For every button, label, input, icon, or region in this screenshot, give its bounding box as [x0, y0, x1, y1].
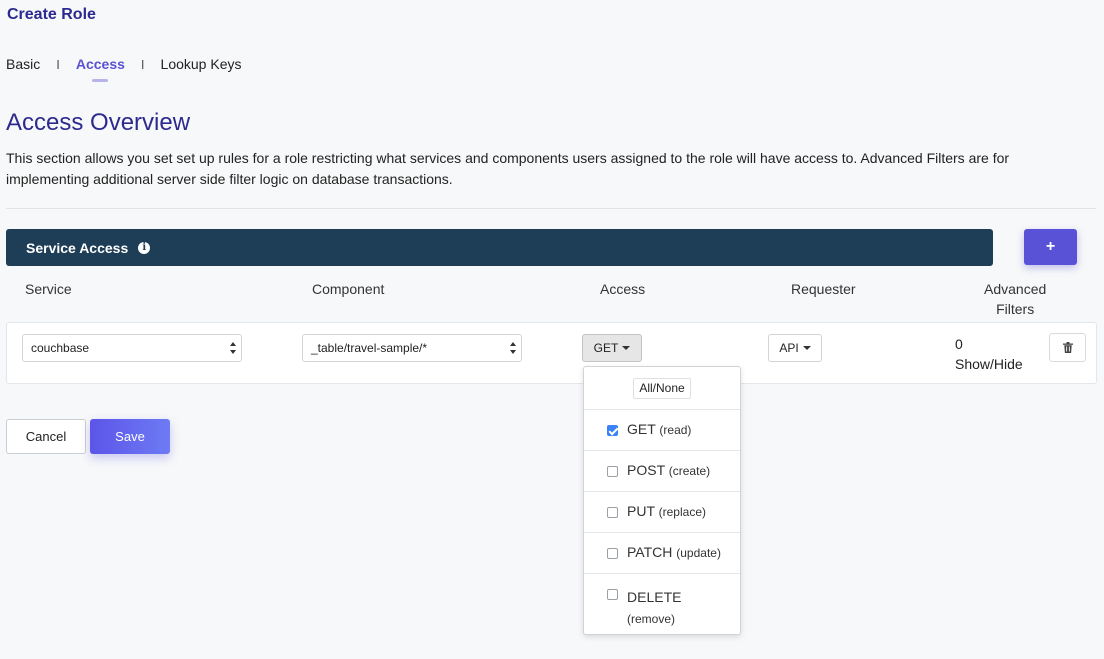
requester-dropdown-value: API: [779, 341, 799, 355]
tab-access[interactable]: Access: [76, 56, 125, 72]
access-desc: (read): [659, 423, 692, 437]
component-select-value: _table/travel-sample/*: [311, 341, 428, 355]
select-arrows-icon: [230, 341, 237, 355]
info-icon[interactable]: i: [138, 241, 151, 254]
menu-header: All/None: [584, 367, 740, 410]
column-header-advanced-filters: Advanced Filters: [984, 279, 1046, 319]
add-service-access-button[interactable]: +: [1024, 229, 1077, 265]
access-option-label: GET (read): [627, 419, 691, 441]
caret-down-icon: [802, 346, 811, 350]
all-none-button[interactable]: All/None: [633, 377, 691, 399]
section-title: Access Overview: [6, 109, 191, 136]
access-option-label: POST (create): [627, 460, 710, 482]
access-option-label: PUT (replace): [627, 501, 706, 523]
section-description: This section allows you set set up rules…: [6, 150, 1010, 187]
checkbox-delete[interactable]: [607, 589, 618, 600]
checkbox-put[interactable]: [607, 506, 618, 518]
access-verb: PUT: [627, 503, 655, 519]
service-select[interactable]: couchbase: [22, 334, 242, 362]
checkbox-patch[interactable]: [607, 547, 618, 559]
access-dropdown-value: GET: [593, 341, 619, 355]
checkbox-get[interactable]: [607, 424, 618, 436]
delete-row-button[interactable]: [1049, 333, 1086, 362]
access-dropdown-menu: All/None GET (read) POST (create) PUT (r…: [583, 366, 741, 635]
divider: [6, 208, 1096, 209]
service-select-value: couchbase: [31, 341, 90, 355]
access-desc: (remove): [627, 612, 676, 626]
tab-bar: Basic I Access I Lookup Keys: [6, 52, 241, 76]
access-desc: (replace): [658, 505, 706, 519]
access-option-delete[interactable]: DELETE (remove): [584, 574, 740, 636]
column-header-advanced-filters-line1: Advanced: [984, 281, 1047, 297]
access-desc: (create): [668, 464, 711, 478]
access-verb: GET: [627, 421, 656, 437]
tab-basic[interactable]: Basic: [6, 56, 40, 72]
component-select[interactable]: _table/travel-sample/*: [302, 334, 522, 362]
tab-separator: I: [140, 56, 145, 72]
caret-down-icon: [622, 346, 631, 350]
cancel-button[interactable]: Cancel: [6, 419, 86, 454]
trash-icon: [1062, 342, 1073, 353]
save-button[interactable]: Save: [90, 419, 170, 454]
access-verb: POST: [627, 462, 665, 478]
advanced-filters-count: 0: [955, 336, 963, 352]
page-title: Create Role: [7, 6, 96, 23]
tab-lookup-keys[interactable]: Lookup Keys: [161, 56, 242, 72]
access-desc: (update): [676, 546, 721, 560]
access-verb: DELETE: [627, 589, 682, 605]
access-dropdown-button[interactable]: GET: [582, 334, 642, 362]
column-header-service: Service: [25, 281, 72, 297]
service-access-title: Service Access: [26, 239, 129, 256]
access-option-post[interactable]: POST (create): [584, 451, 740, 492]
access-option-patch[interactable]: PATCH (update): [584, 533, 740, 574]
tab-separator: I: [56, 56, 60, 72]
access-option-put[interactable]: PUT (replace): [584, 492, 740, 533]
service-access-header: Service Access i: [6, 229, 993, 266]
advanced-filters-toggle[interactable]: Show/Hide: [955, 354, 1023, 374]
column-header-access: Access: [600, 281, 646, 297]
select-arrows-icon: [510, 341, 517, 355]
column-header-component: Component: [312, 281, 385, 297]
access-option-label: DELETE (remove): [627, 587, 681, 630]
checkbox-post[interactable]: [607, 465, 618, 477]
advanced-filters-cell: 0 Show/Hide: [955, 334, 1023, 374]
requester-dropdown-button[interactable]: API: [768, 334, 822, 362]
column-header-requester: Requester: [791, 281, 856, 297]
access-option-get[interactable]: GET (read): [584, 410, 740, 451]
access-option-label: PATCH (update): [627, 542, 721, 564]
access-verb: PATCH: [627, 544, 673, 560]
column-header-advanced-filters-line2: Filters: [996, 301, 1035, 317]
